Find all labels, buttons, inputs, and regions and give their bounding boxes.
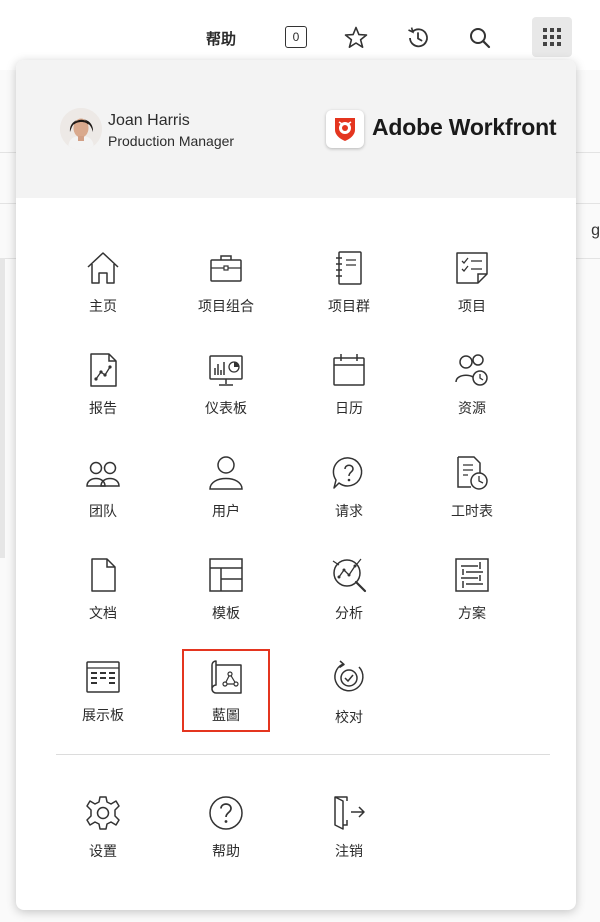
board-icon (86, 661, 120, 693)
user-role: Production Manager (108, 133, 235, 149)
menu-item-reports[interactable]: 报告 (48, 352, 158, 438)
menu-item-label: 注销 (335, 843, 363, 859)
menu-item-label: 帮助 (212, 843, 240, 859)
calendar-icon (333, 354, 365, 386)
timesheet-icon (457, 456, 488, 490)
menu-item-setup[interactable]: 设置 (48, 795, 158, 881)
logout-icon (334, 796, 365, 830)
brand-name: Adobe Workfront (372, 114, 557, 140)
request-icon (332, 457, 363, 489)
menu-item-users[interactable]: 用户 (171, 455, 281, 541)
notebook-icon (336, 251, 362, 285)
menu-item-label: 设置 (89, 843, 117, 859)
menu-item-projects[interactable]: 项目 (417, 250, 527, 336)
scenario-icon (455, 558, 489, 592)
menu-item-label: 展示板 (82, 707, 124, 723)
menu-item-label: 用户 (212, 503, 240, 519)
menu-item-portfolios[interactable]: 项目组合 (171, 250, 281, 336)
workfront-logo-icon (326, 110, 364, 148)
menu-item-logout[interactable]: 注销 (294, 795, 404, 881)
menu-item-boards[interactable]: 展示板 (48, 659, 158, 745)
menu-item-label: 日历 (335, 400, 363, 416)
checklist-icon (456, 252, 488, 284)
search-icon[interactable] (464, 22, 496, 54)
menu-item-label: 方案 (458, 605, 486, 621)
user-icon (209, 456, 243, 490)
menu-item-home[interactable]: 主页 (48, 250, 158, 336)
menu-item-label: 工时表 (451, 503, 493, 519)
menu-item-label: 资源 (458, 400, 486, 416)
menu-item-timesheets[interactable]: 工时表 (417, 455, 527, 541)
menu-item-label: 项目组合 (198, 298, 254, 314)
menu-item-teams[interactable]: 团队 (48, 455, 158, 541)
menu-item-templates[interactable]: 模板 (171, 557, 281, 643)
briefcase-icon (210, 255, 242, 282)
menu-item-label: 模板 (212, 605, 240, 621)
menu-item-label: 团队 (89, 503, 117, 519)
menu-item-proofs[interactable]: 校对 (294, 659, 404, 745)
menu-item-dashboards[interactable]: 仪表板 (171, 352, 281, 438)
blueprints-highlight-box (182, 649, 270, 732)
menu-item-help[interactable]: 帮助 (171, 795, 281, 881)
home-icon (87, 252, 119, 284)
background-text-fragment: g (591, 222, 600, 239)
apps-grid-icon[interactable] (532, 17, 572, 57)
menu-item-analytics[interactable]: 分析 (294, 557, 404, 643)
menu-divider (56, 754, 550, 755)
background-scroll-edge (0, 258, 5, 558)
menu-item-scenarios[interactable]: 方案 (417, 557, 527, 643)
history-icon[interactable] (402, 22, 434, 54)
menu-item-label: 请求 (335, 503, 363, 519)
menu-item-resources[interactable]: 资源 (417, 352, 527, 438)
resources-icon (455, 354, 488, 386)
menu-item-label: 主页 (89, 298, 117, 314)
menu-item-label: 校对 (335, 709, 363, 725)
analytics-icon (332, 558, 367, 593)
menu-item-label: 项目 (458, 298, 486, 314)
template-icon (209, 558, 243, 592)
user-name: Joan Harris (108, 112, 190, 129)
menu-item-documents[interactable]: 文档 (48, 557, 158, 643)
document-icon (91, 558, 116, 592)
help-link[interactable]: 帮助 (206, 28, 236, 49)
menu-item-label: 仪表板 (205, 400, 247, 416)
menu-item-programs[interactable]: 项目群 (294, 250, 404, 336)
star-icon[interactable] (340, 22, 372, 54)
menu-item-label: 项目群 (328, 298, 370, 314)
team-icon (86, 461, 120, 487)
proof-icon (334, 660, 364, 692)
menu-item-calendars[interactable]: 日历 (294, 352, 404, 438)
help-icon (209, 796, 243, 830)
gear-icon (86, 796, 120, 830)
menu-item-label: 报告 (89, 400, 117, 416)
menu-header: Joan Harris Production Manager Adobe Wor… (16, 60, 576, 198)
report-icon (90, 353, 117, 387)
avatar[interactable] (60, 108, 102, 150)
menu-item-label: 分析 (335, 605, 363, 621)
notification-count-badge[interactable]: 0 (285, 26, 307, 48)
dashboard-icon (209, 355, 243, 386)
menu-item-requests[interactable]: 请求 (294, 455, 404, 541)
main-menu-panel: Joan Harris Production Manager Adobe Wor… (16, 60, 576, 910)
menu-item-label: 文档 (89, 605, 117, 621)
